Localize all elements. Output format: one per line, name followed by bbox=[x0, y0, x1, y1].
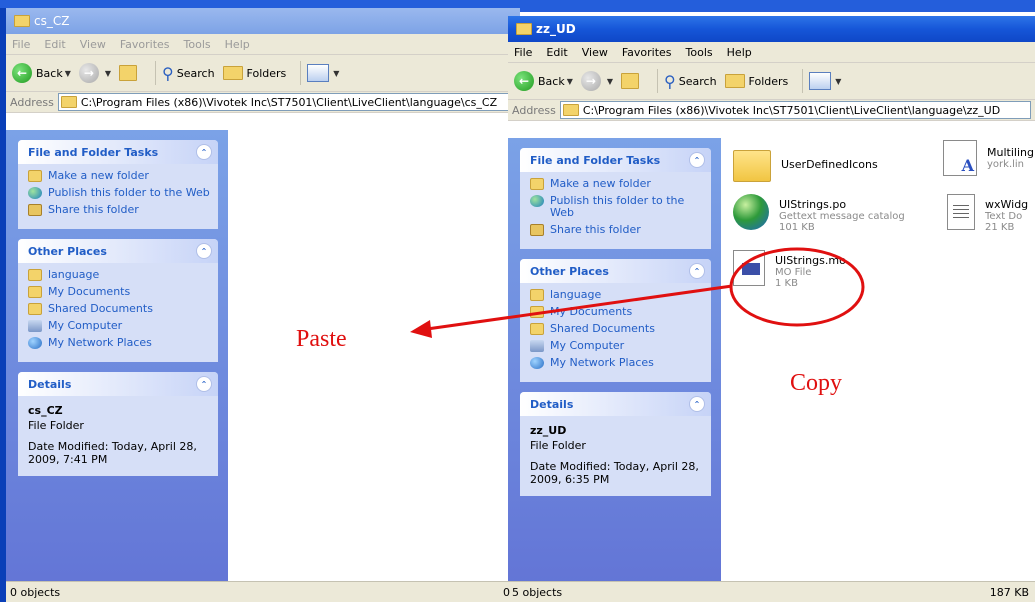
arrow-head-icon bbox=[410, 320, 432, 338]
annotation-overlay bbox=[410, 247, 865, 338]
paste-arrow-line bbox=[419, 284, 733, 332]
copy-annotation: Copy bbox=[790, 370, 843, 396]
paste-annotation: Paste bbox=[296, 326, 347, 352]
highlight-circle bbox=[729, 247, 865, 327]
